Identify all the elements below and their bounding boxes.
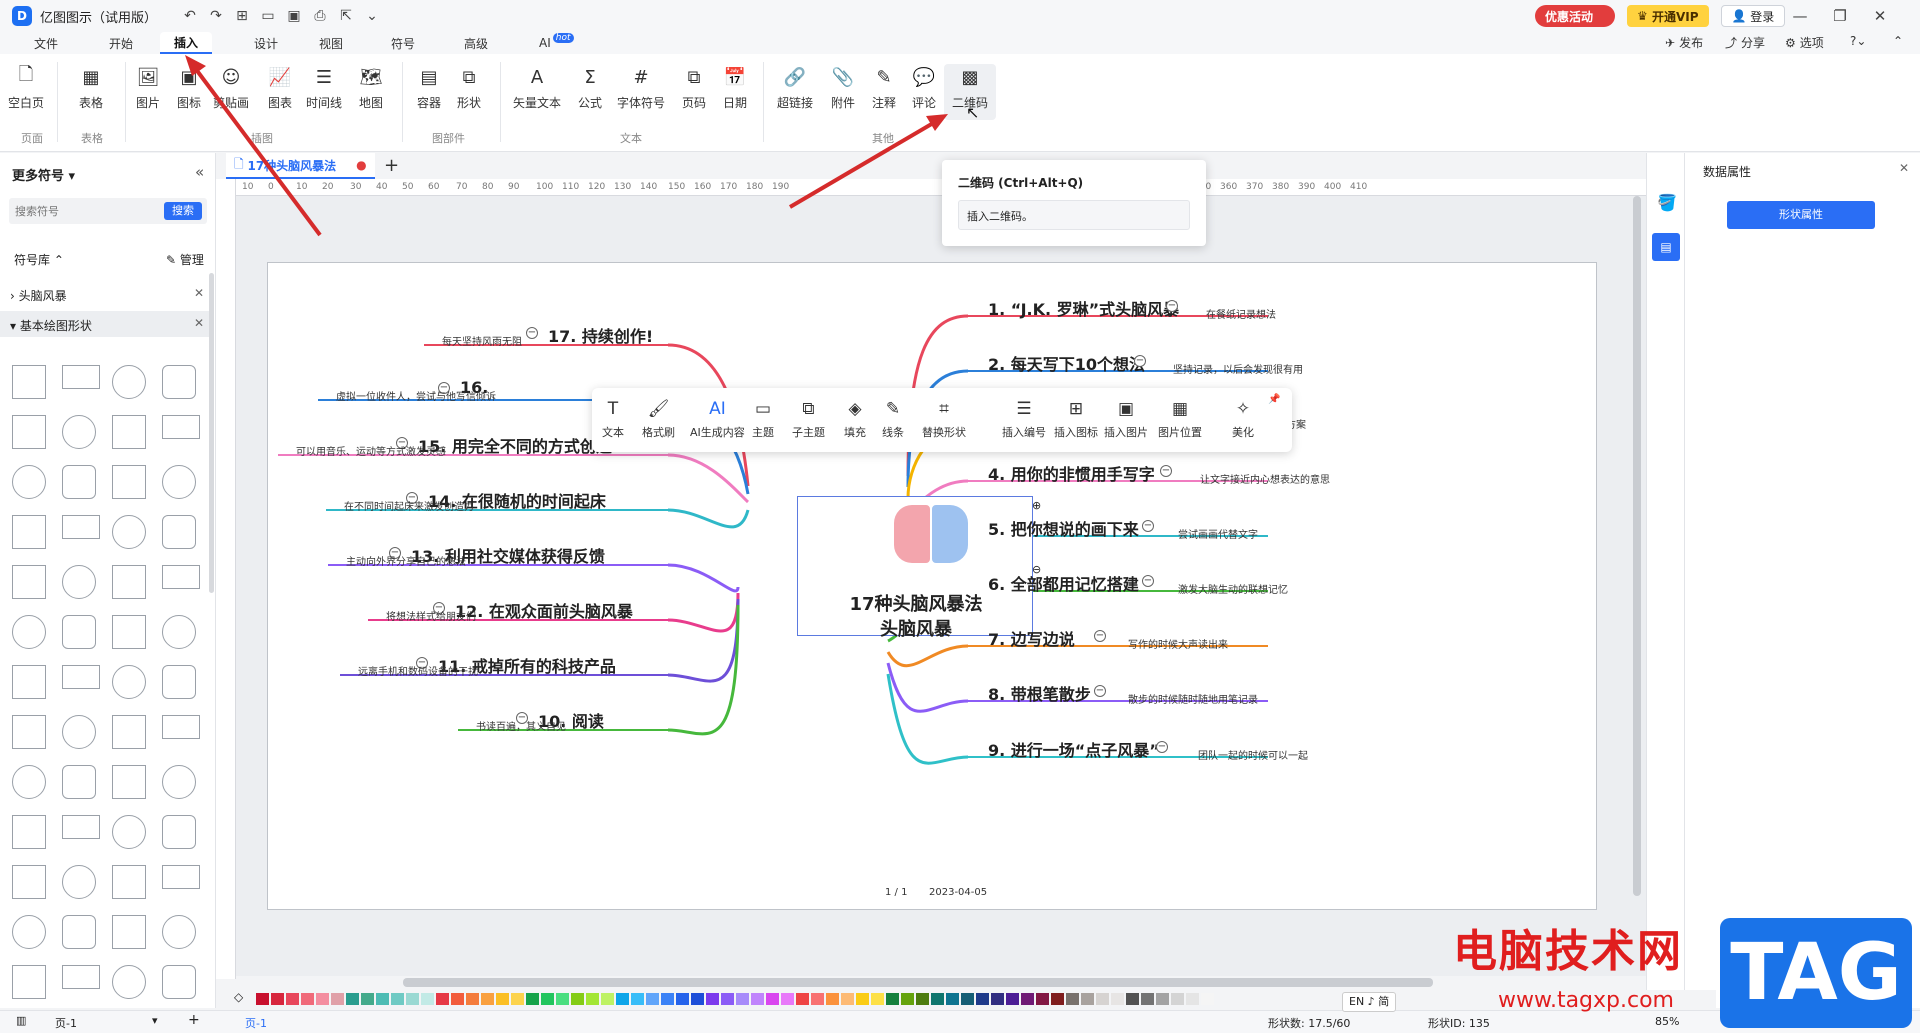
color-swatch[interactable] xyxy=(901,993,914,1005)
color-swatch[interactable] xyxy=(616,993,629,1005)
color-swatch[interactable] xyxy=(871,993,884,1005)
color-swatch[interactable] xyxy=(661,993,674,1005)
fill-bucket-icon[interactable]: 🪣 xyxy=(1657,193,1677,212)
svg-text:↖: ↖ xyxy=(966,103,979,122)
close-panel-icon[interactable]: ✕ xyxy=(1899,161,1909,175)
color-swatch[interactable] xyxy=(541,993,554,1005)
color-swatch[interactable] xyxy=(1111,993,1124,1005)
color-swatch[interactable] xyxy=(1066,993,1079,1005)
color-swatch[interactable] xyxy=(886,993,899,1005)
color-swatch[interactable] xyxy=(931,993,944,1005)
color-swatch[interactable] xyxy=(286,993,299,1005)
color-swatch[interactable] xyxy=(346,993,359,1005)
color-swatch[interactable] xyxy=(826,993,839,1005)
color-swatch[interactable] xyxy=(1051,993,1064,1005)
color-swatch[interactable] xyxy=(451,993,464,1005)
color-swatch[interactable] xyxy=(1096,993,1109,1005)
color-swatch[interactable] xyxy=(676,993,689,1005)
color-swatch[interactable] xyxy=(1201,993,1214,1005)
color-swatch[interactable] xyxy=(331,993,344,1005)
color-swatch[interactable] xyxy=(601,993,614,1005)
color-swatch[interactable] xyxy=(271,993,284,1005)
watermark-url: www.tagxp.com xyxy=(1498,988,1674,1013)
data-properties-icon[interactable]: ▤ xyxy=(1652,233,1680,261)
color-swatch[interactable] xyxy=(1036,993,1049,1005)
color-swatch[interactable] xyxy=(811,993,824,1005)
color-swatch[interactable] xyxy=(586,993,599,1005)
panel-title: 数据属性 xyxy=(1703,165,1752,179)
color-swatch[interactable] xyxy=(751,993,764,1005)
color-swatch[interactable] xyxy=(511,993,524,1005)
page-selector-label: 页-1 xyxy=(55,1017,77,1030)
color-swatch[interactable] xyxy=(976,993,989,1005)
color-swatch[interactable] xyxy=(406,993,419,1005)
page-tab[interactable]: 页-1 xyxy=(245,1015,267,1031)
add-page-icon[interactable]: + xyxy=(188,1012,200,1028)
color-swatch[interactable] xyxy=(781,993,794,1005)
ime-indicator[interactable]: EN ♪ 简 xyxy=(1342,992,1397,1012)
color-swatch[interactable] xyxy=(796,993,809,1005)
color-swatch[interactable] xyxy=(916,993,929,1005)
color-swatch[interactable] xyxy=(466,993,479,1005)
color-swatch[interactable] xyxy=(1081,993,1094,1005)
color-swatch[interactable] xyxy=(256,993,269,1005)
annotation-arrows: ↖ xyxy=(185,55,979,237)
color-swatch[interactable] xyxy=(1186,993,1199,1005)
color-swatch[interactable] xyxy=(301,993,314,1005)
color-swatch[interactable] xyxy=(436,993,449,1005)
color-swatch[interactable] xyxy=(706,993,719,1005)
properties-panel: 🪣 ▤ 数据属性 ✕ 形状属性 xyxy=(1646,153,1920,1008)
color-swatch[interactable] xyxy=(376,993,389,1005)
panel-icon-bar: 🪣 ▤ xyxy=(1647,153,1685,1008)
shape-count: 形状数: 17.5/60 xyxy=(1268,1017,1351,1030)
color-swatch[interactable] xyxy=(361,993,374,1005)
color-swatch[interactable] xyxy=(631,993,644,1005)
color-palette: ◇ xyxy=(216,990,1716,1008)
shape-properties-button[interactable]: 形状属性 xyxy=(1727,201,1875,229)
color-swatch[interactable] xyxy=(316,993,329,1005)
color-swatch[interactable] xyxy=(736,993,749,1005)
status-bar: ▥ 页-1 ▾ + 页-1 形状数: 17.5/60 形状ID: 135 85% xyxy=(0,1010,1920,1033)
color-swatch[interactable] xyxy=(961,993,974,1005)
color-swatch[interactable] xyxy=(1126,993,1139,1005)
color-swatch[interactable] xyxy=(1006,993,1019,1005)
color-swatch[interactable] xyxy=(571,993,584,1005)
color-swatch[interactable] xyxy=(856,993,869,1005)
color-swatch[interactable] xyxy=(691,993,704,1005)
page-list-icon[interactable]: ▥ xyxy=(16,1014,26,1027)
color-swatch[interactable] xyxy=(1171,993,1184,1005)
color-swatch[interactable] xyxy=(1156,993,1169,1005)
color-swatch[interactable] xyxy=(841,993,854,1005)
color-swatch[interactable] xyxy=(391,993,404,1005)
color-swatch[interactable] xyxy=(646,993,659,1005)
color-swatch[interactable] xyxy=(421,993,434,1005)
color-swatch[interactable] xyxy=(766,993,779,1005)
color-swatch[interactable] xyxy=(991,993,1004,1005)
shape-id: 形状ID: 135 xyxy=(1428,1017,1490,1030)
watermark-text: 电脑技术网 xyxy=(1453,926,1683,977)
color-swatch[interactable] xyxy=(1021,993,1034,1005)
page-selector[interactable]: 页-1 xyxy=(55,1015,77,1031)
color-swatch[interactable] xyxy=(496,993,509,1005)
color-swatch[interactable] xyxy=(946,993,959,1005)
page-dropdown-icon[interactable]: ▾ xyxy=(152,1014,158,1027)
fill-none-icon[interactable]: ◇ xyxy=(234,990,243,1004)
color-swatch[interactable] xyxy=(526,993,539,1005)
color-swatch[interactable] xyxy=(481,993,494,1005)
color-swatch[interactable] xyxy=(1141,993,1154,1005)
zoom-level[interactable]: 85% xyxy=(1655,1015,1679,1028)
color-swatch[interactable] xyxy=(556,993,569,1005)
color-swatch[interactable] xyxy=(721,993,734,1005)
watermark-tag-logo: TAG xyxy=(1720,918,1912,1028)
